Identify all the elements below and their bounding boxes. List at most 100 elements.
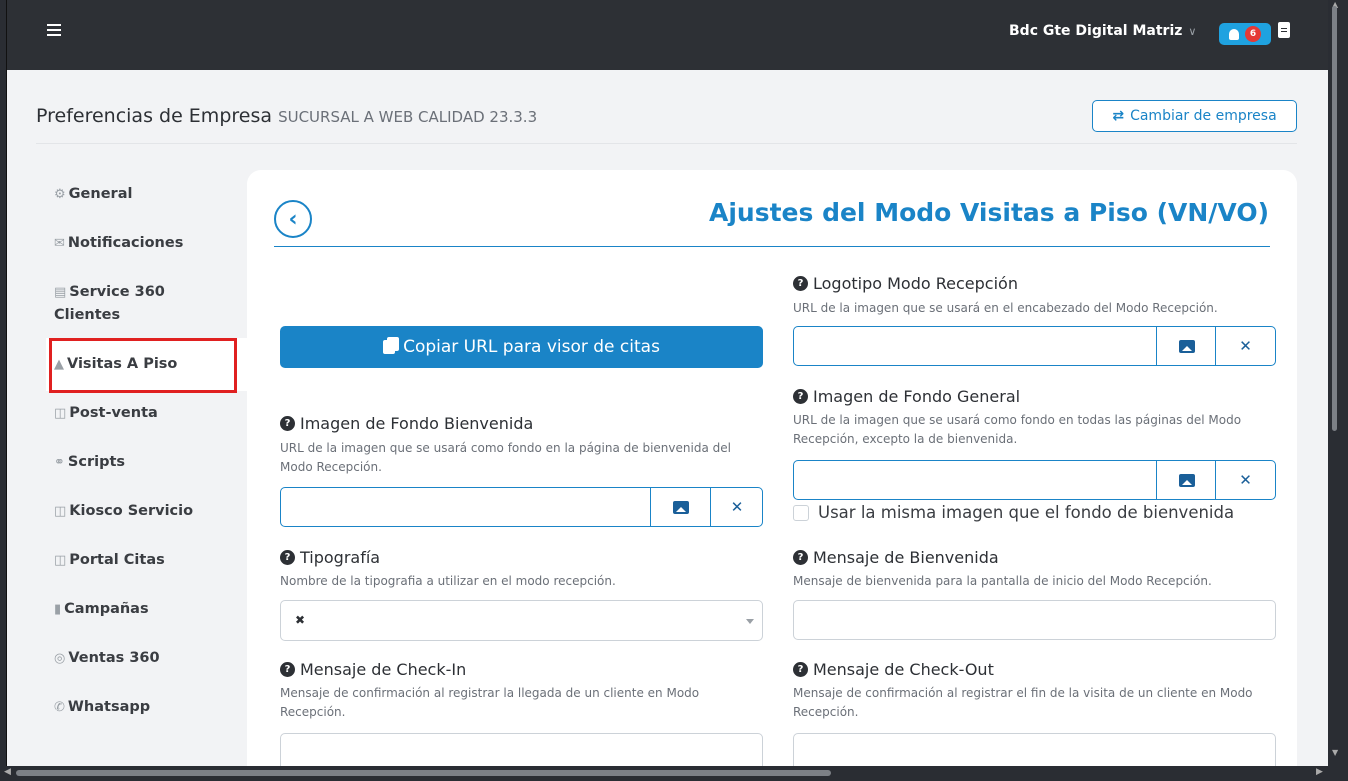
scroll-down-icon[interactable]: ▼ [1332,748,1338,757]
bg-general-label: ? Imagen de Fondo General [793,387,1020,406]
logo-pick-image-button[interactable] [1156,326,1216,366]
checkout-msg-help: Mensaje de confirmación al registrar el … [793,686,1253,719]
bg-general-url-input[interactable]: ✕ [793,460,1276,500]
image-icon [672,500,689,514]
bell-icon [1229,28,1239,40]
vertical-scrollbar[interactable]: ▲ ▼ [1328,0,1348,766]
sidebar-item-label: Notificaciones [67,235,184,251]
sidebar-item-campanas[interactable]: ▮ Campañas [54,598,149,621]
bg-welcome-label-text: Imagen de Fondo Bienvenida [300,414,534,433]
welcome-msg-label-text: Mensaje de Bienvenida [813,548,999,567]
menu-toggle-icon[interactable] [47,24,61,40]
same-image-checkbox[interactable] [793,504,809,521]
target-icon: ◎ [54,651,66,666]
bg-welcome-help: URL de la imagen que se usará como fondo… [280,441,731,474]
question-circle-icon: ? [793,389,808,404]
car-icon: ◫ [54,504,67,519]
header-divider [36,143,1297,144]
same-image-option[interactable]: Usar la misma imagen que el fondo de bie… [793,503,1234,522]
page-title: Preferencias de Empresa SUCURSAL A WEB C… [36,105,537,127]
headset-icon: ⚭ [54,455,65,470]
user-name: Bdc Gte Digital Matriz [1009,23,1183,39]
welcome-msg-help: Mensaje de bienvenida para la pantalla d… [793,574,1212,588]
typography-select[interactable]: ✖ [280,600,763,641]
sidebar-item-label: General [68,186,133,202]
checkin-msg-label: ? Mensaje de Check-In [280,660,466,679]
copy-url-button[interactable]: Copiar URL para visor de citas [280,326,763,368]
sidebar-item-notificaciones[interactable]: ✉ Notificaciones [54,232,183,255]
same-image-label: Usar la misma imagen que el fondo de bie… [818,503,1235,522]
bg-welcome-url-input[interactable]: ✕ [280,487,763,527]
sidebar-item-whatsapp[interactable]: ✆ Whatsapp [54,696,150,719]
question-circle-icon: ? [280,416,295,431]
sidebar-item-label: Portal Citas [69,552,165,568]
checkin-msg-input[interactable] [280,733,763,766]
question-circle-icon: ? [793,662,808,677]
sidebar-item-service360[interactable]: ▤ Service 360 Clientes [54,281,165,326]
logo-help: URL de la imagen que se usará en el enca… [793,301,1218,315]
welcome-msg-input[interactable] [793,600,1276,640]
user-menu[interactable]: Bdc Gte Digital Matriz ∨ [1009,23,1196,39]
sidebar-item-post-venta[interactable]: ◫ Post-venta [54,402,158,425]
clear-selection-icon[interactable]: ✖ [295,613,305,627]
chevron-left-icon: ‹ [288,206,298,232]
horizontal-scrollbar[interactable]: ◀ ▶ [0,766,1348,781]
vertical-scroll-thumb[interactable] [1332,6,1337,431]
question-circle-icon: ? [793,276,808,291]
bg-general-pick-image-button[interactable] [1156,460,1216,500]
close-icon: ✕ [1239,471,1252,489]
branch-subtitle: SUCURSAL A WEB CALIDAD 23.3.3 [278,108,538,126]
bg-welcome-label: ? Imagen de Fondo Bienvenida [280,414,533,433]
store-icon: ▤ [54,285,67,300]
envelope-icon: ✉ [54,236,65,251]
sidebar-item-label: Scripts [67,454,126,470]
bg-welcome-pick-image-button[interactable] [650,487,710,527]
chevron-down-icon: ∨ [1188,24,1197,38]
shuffle-icon: ⇄ [1112,108,1125,124]
image-icon [1178,473,1195,487]
logo-label-text: Logotipo Modo Recepción [813,274,1018,293]
app-window: Bdc Gte Digital Matriz ∨ 6 Preferencias … [6,0,1328,766]
back-button[interactable]: ‹ [274,200,312,238]
checkout-msg-label-text: Mensaje de Check-Out [813,660,994,679]
sidebar-item-kiosco-servicio[interactable]: ◫ Kiosco Servicio [54,500,193,523]
question-circle-icon: ? [280,550,295,565]
whatsapp-icon: ✆ [54,700,65,715]
typography-help: Nombre de la tipografia a utilizar en el… [280,574,616,588]
checkin-msg-label-text: Mensaje de Check-In [300,660,467,679]
gears-icon: ⚙ [54,187,66,202]
question-circle-icon: ? [280,662,295,677]
sidebar-item-label: Post-venta [69,405,158,421]
scroll-left-icon[interactable]: ◀ [4,767,11,777]
bg-welcome-clear-button[interactable]: ✕ [710,487,763,527]
scroll-right-icon[interactable]: ▶ [1316,767,1323,777]
checkout-msg-input[interactable] [793,733,1276,766]
sidebar-item-label: Whatsapp [67,699,151,715]
question-circle-icon: ? [793,550,808,565]
clipboard-icon[interactable] [1278,22,1290,38]
notification-badge: 6 [1245,26,1261,42]
bg-general-clear-button[interactable]: ✕ [1215,460,1275,500]
switch-company-label: Cambiar de empresa [1130,108,1277,124]
sidebar-item-portal-citas[interactable]: ◫ Portal Citas [54,549,165,572]
sidebar-item-scripts[interactable]: ⚭ Scripts [54,451,125,474]
title-divider [274,246,1270,247]
typography-label-text: Tipografía [300,548,381,567]
sidebar-item-ventas360[interactable]: ◎ Ventas 360 [54,647,160,670]
sidebar-item-label-line2: Clientes [54,307,121,323]
logo-clear-button[interactable]: ✕ [1215,326,1275,366]
file-icon: ▮ [54,602,62,617]
horizontal-scroll-thumb[interactable] [16,770,831,776]
sidebar-item-label: Kiosco Servicio [69,503,194,519]
notifications-button[interactable]: 6 [1219,23,1271,45]
logo-url-input[interactable]: ✕ [793,326,1276,366]
checkin-msg-help: Mensaje de confirmación al registrar la … [280,686,700,719]
settings-panel: ‹ Ajustes del Modo Visitas a Piso (VN/VO… [247,170,1297,766]
switch-company-button[interactable]: ⇄ Cambiar de empresa [1092,100,1297,132]
page-title-text: Preferencias de Empresa [36,105,273,127]
bg-general-help: URL de la imagen que se usará como fondo… [793,413,1242,446]
image-icon [1178,339,1195,353]
bg-general-label-text: Imagen de Fondo General [813,387,1021,406]
car-side-icon: ◫ [54,406,67,421]
sidebar-item-general[interactable]: ⚙ General [54,183,132,206]
